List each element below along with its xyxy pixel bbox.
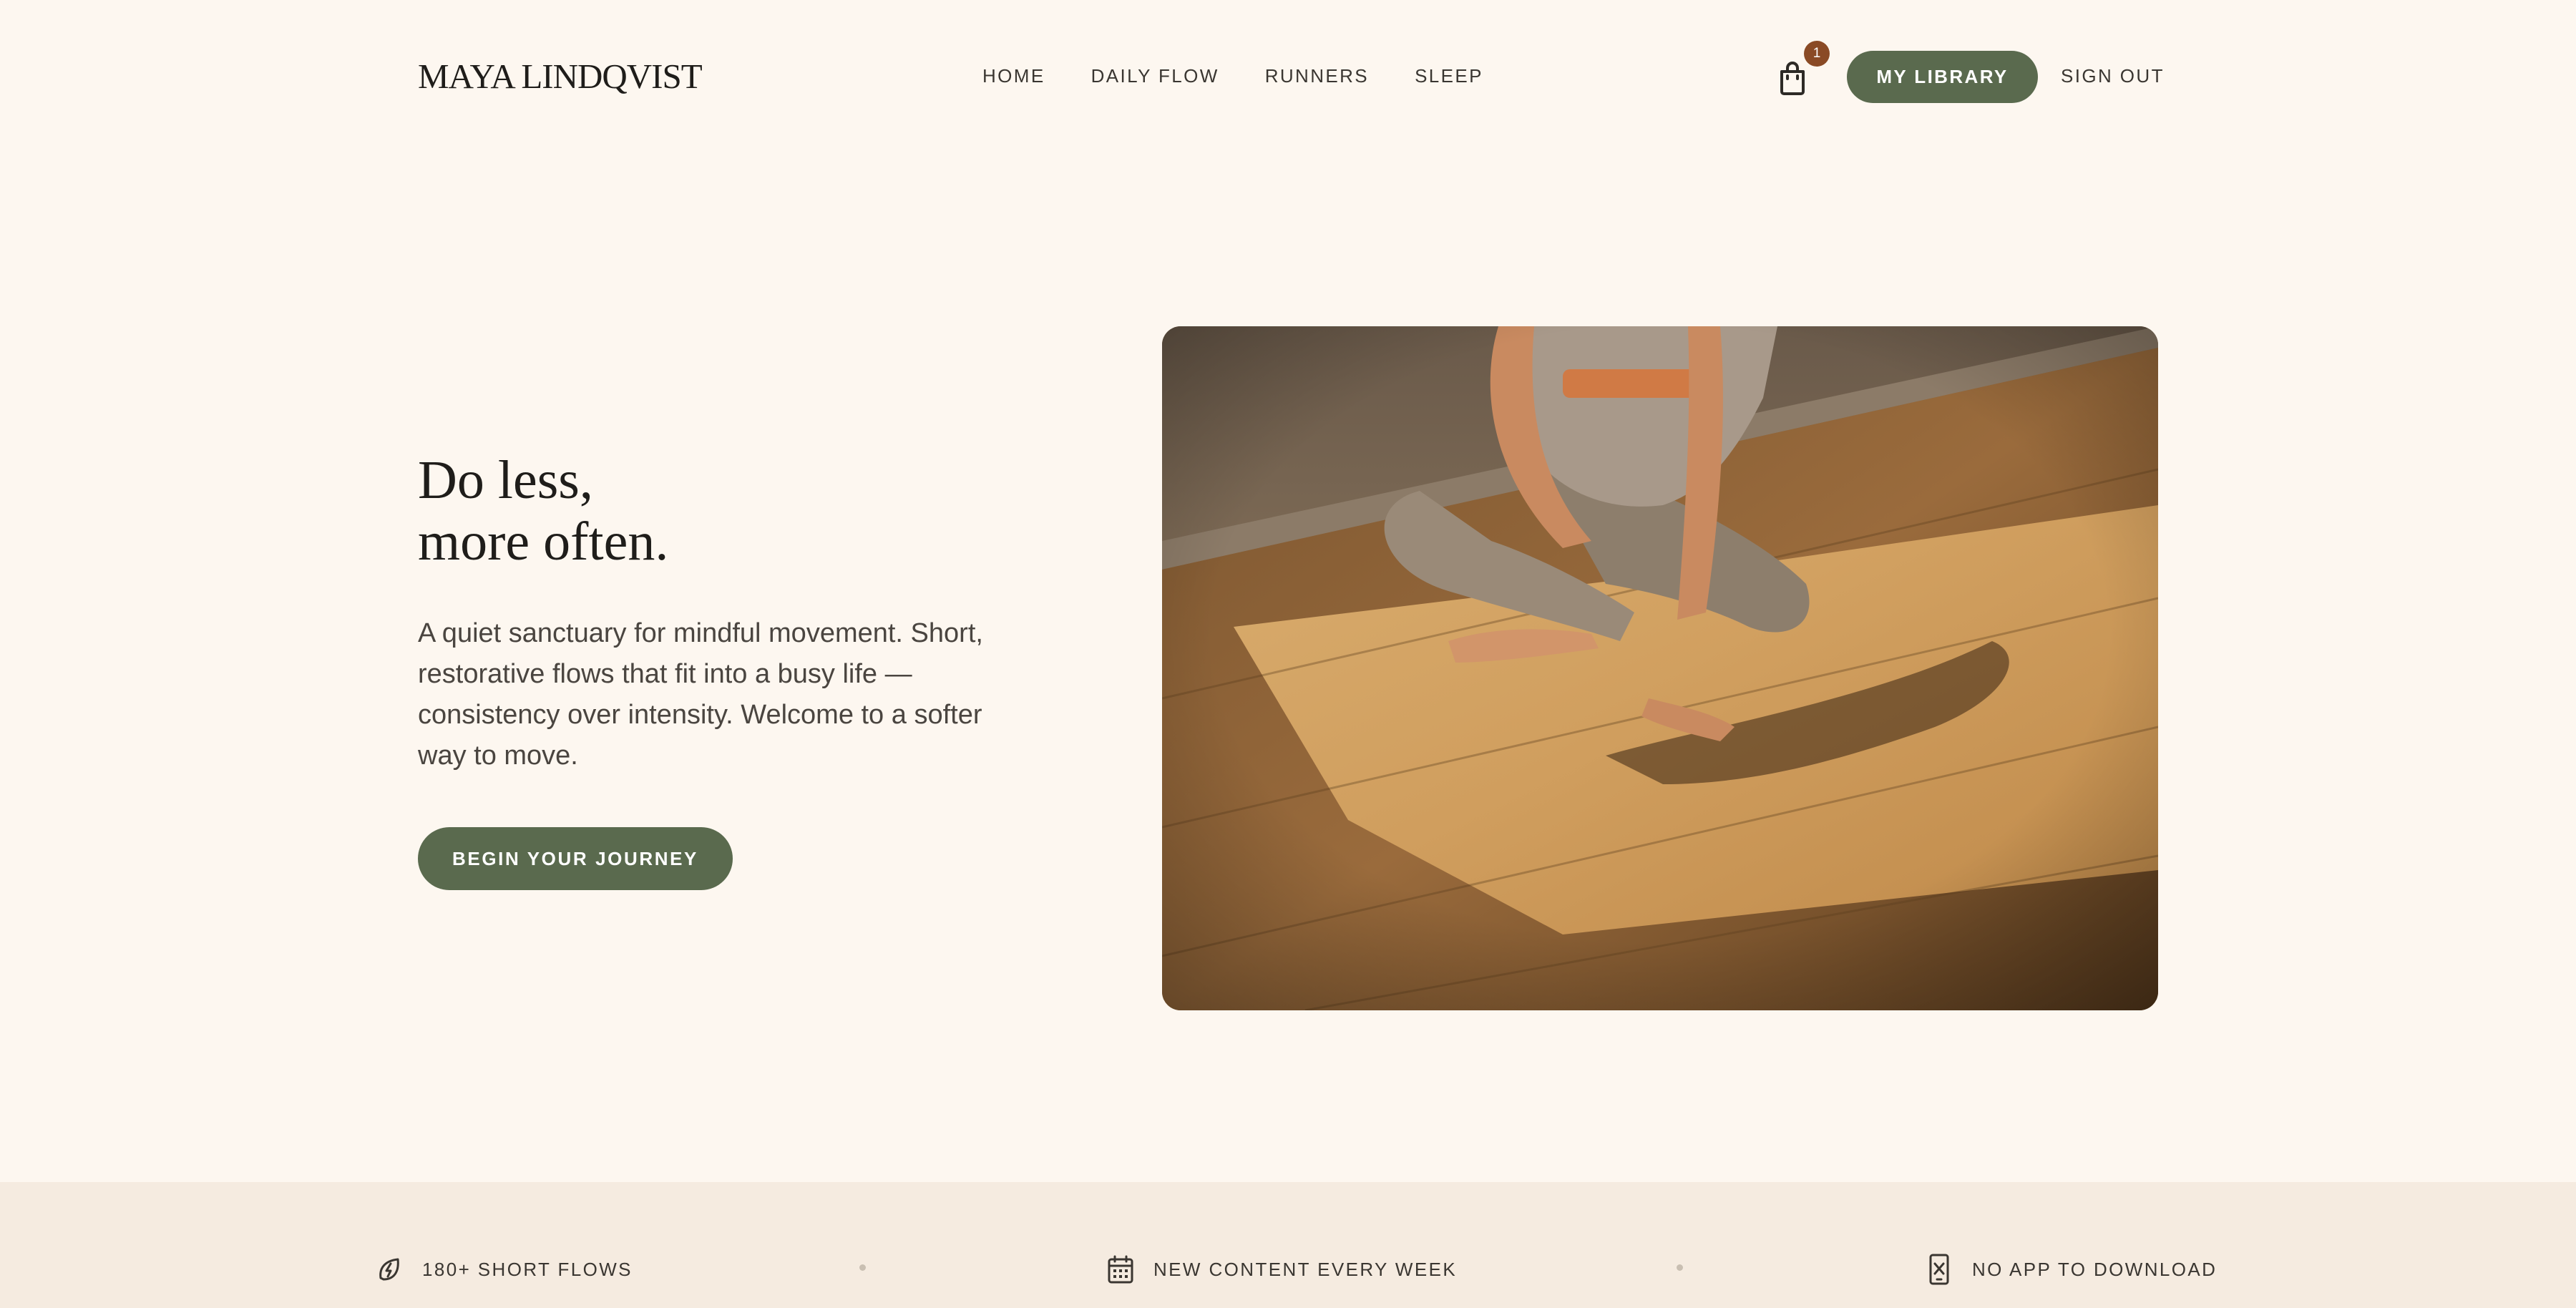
feature-no-app: NO APP TO DOWNLOAD bbox=[1925, 1254, 2217, 1285]
nav-daily-flow[interactable]: DAILY FLOW bbox=[1091, 65, 1219, 87]
feature-label: 180+ SHORT FLOWS bbox=[422, 1258, 633, 1280]
no-phone-icon bbox=[1929, 1254, 1949, 1285]
nav-home[interactable]: HOME bbox=[982, 65, 1045, 87]
brand-logo[interactable]: MAYA LINDQVIST bbox=[418, 56, 703, 97]
separator-dot bbox=[1677, 1264, 1683, 1271]
feature-label: NEW CONTENT EVERY WEEK bbox=[1153, 1258, 1458, 1280]
calendar-icon bbox=[1108, 1255, 1133, 1284]
feature-label: NO APP TO DOWNLOAD bbox=[1972, 1258, 2218, 1280]
nav-sleep[interactable]: SLEEP bbox=[1415, 65, 1483, 87]
my-library-button[interactable]: MY LIBRARY bbox=[1847, 51, 2038, 103]
hero-description: A quiet sanctuary for mindful movement. … bbox=[418, 618, 983, 771]
hero-title: Do less, more often. bbox=[418, 449, 919, 572]
site-header: MAYA LINDQVIST HOME DAILY FLOW RUNNERS S… bbox=[0, 0, 2576, 153]
separator-dot bbox=[859, 1264, 866, 1271]
cart-count-badge: 1 bbox=[1804, 41, 1830, 67]
main-nav: HOME DAILY FLOW RUNNERS SLEEP bbox=[982, 65, 1529, 87]
leaf-bolt-icon bbox=[379, 1258, 399, 1281]
feature-short-flows: 180+ SHORT FLOWS bbox=[375, 1254, 633, 1285]
feature-strip bbox=[0, 1182, 2576, 1308]
nav-runners[interactable]: RUNNERS bbox=[1265, 65, 1369, 87]
page: MAYA LINDQVIST HOME DAILY FLOW RUNNERS S… bbox=[0, 0, 2576, 1308]
sign-out-link[interactable]: SIGN OUT bbox=[2061, 65, 2165, 87]
hero-title-line1: Do less, bbox=[418, 450, 593, 510]
feature-new-content: NEW CONTENT EVERY WEEK bbox=[1106, 1254, 1457, 1285]
hero-image bbox=[1162, 326, 2158, 1010]
begin-journey-button[interactable]: BEGIN YOUR JOURNEY bbox=[418, 827, 733, 890]
cart-icon[interactable] bbox=[1776, 60, 1809, 96]
hero-title-line2: more often. bbox=[418, 512, 669, 572]
